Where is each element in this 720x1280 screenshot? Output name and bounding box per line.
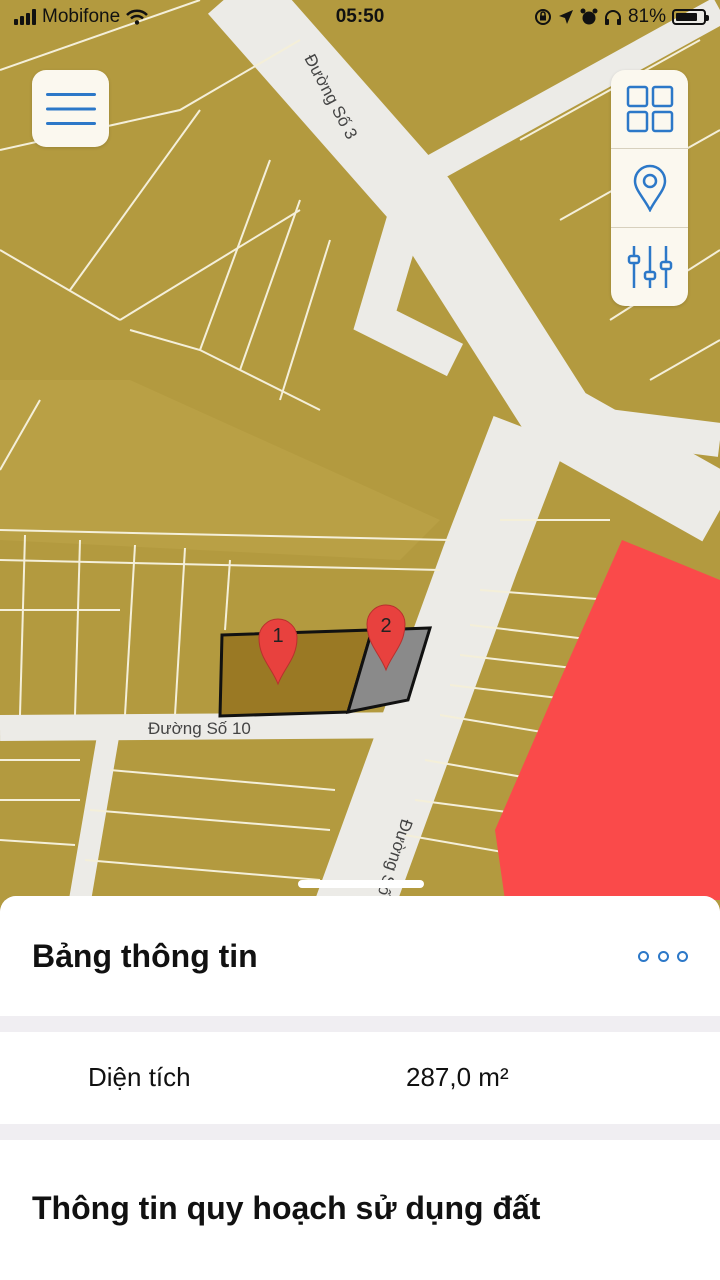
alarm-icon [580,8,598,25]
location-arrow-icon [558,10,573,24]
area-value: 287,0 m² [406,1062,509,1092]
more-icon[interactable] [638,944,688,968]
sheet-title: Bảng thông tin [32,938,258,974]
headphones-icon [604,10,621,25]
menu-button[interactable] [32,70,109,147]
battery-icon [672,9,709,25]
lock-rotation-icon [534,9,551,25]
layers-grid-button[interactable] [611,70,688,148]
battery-percent: 81% [627,6,666,27]
area-row: Diện tích 287,0 m² [0,1032,720,1124]
area-label: Diện tích [88,1062,191,1092]
hamburger-icon [45,92,96,125]
info-bottom-sheet: Bảng thông tin Diện tích 287,0 m² Thông … [0,896,720,1280]
sliders-icon [627,246,672,288]
signal-icon [14,9,36,25]
map-tool-panel [611,70,688,306]
battery-fill [676,13,698,21]
status-left: Mobifone [14,6,149,28]
sheet-grabber[interactable] [298,880,424,888]
marker-label: 2 [380,615,391,637]
location-pin-icon [633,164,666,212]
land-use-section: Thông tin quy hoạch sử dụng đất [0,1140,720,1280]
carrier-name: Mobifone [42,6,121,27]
locate-button[interactable] [611,149,688,227]
wifi-icon [126,9,149,25]
status-bar: Mobifone 05:50 81% [0,0,720,38]
marker-label: 1 [272,625,283,647]
section-title: Thông tin quy hoạch sử dụng đất [32,1190,541,1226]
status-right: 81% [534,6,709,28]
road-east [557,403,720,457]
filter-button[interactable] [611,228,688,306]
grid-icon [626,85,673,133]
street-label-so-10: Đường Số 10 [148,719,251,738]
sheet-header: Bảng thông tin [0,896,720,1016]
